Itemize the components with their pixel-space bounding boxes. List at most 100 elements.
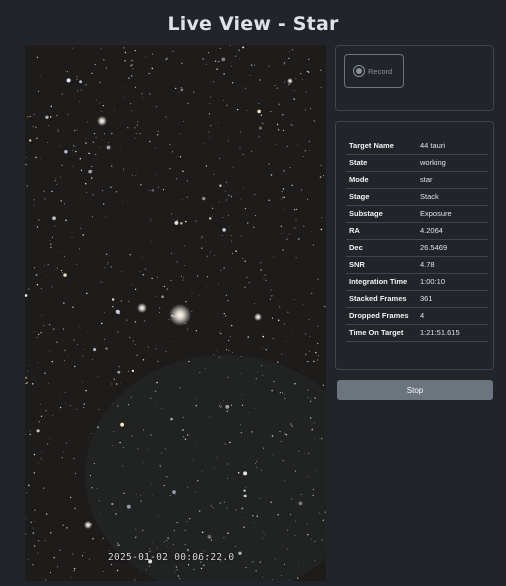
star — [120, 382, 121, 384]
star — [271, 295, 273, 297]
star — [159, 465, 161, 467]
star — [175, 177, 178, 180]
star — [25, 163, 27, 166]
star — [135, 344, 136, 345]
star — [83, 403, 85, 405]
star — [97, 376, 99, 377]
star — [91, 165, 93, 167]
star — [226, 507, 228, 509]
star — [43, 325, 45, 327]
info-key: Target Name — [346, 138, 417, 155]
star — [127, 370, 129, 372]
star — [249, 412, 250, 414]
star — [186, 328, 189, 330]
star — [300, 73, 302, 75]
star — [184, 438, 187, 440]
star — [148, 190, 150, 191]
star — [150, 241, 152, 242]
star — [270, 174, 273, 176]
star — [244, 286, 246, 288]
star — [279, 198, 281, 200]
star — [51, 360, 54, 363]
star — [244, 494, 247, 498]
star — [52, 414, 54, 416]
star — [277, 361, 279, 363]
star — [314, 422, 316, 424]
star — [173, 219, 175, 220]
star — [222, 99, 224, 101]
star — [310, 417, 312, 419]
stop-button[interactable]: Stop — [337, 380, 493, 400]
info-key: Dec — [346, 239, 417, 257]
star — [207, 51, 210, 54]
star — [44, 198, 46, 200]
star — [230, 404, 232, 406]
star — [280, 232, 282, 234]
star — [222, 228, 226, 232]
star — [231, 324, 233, 327]
star — [247, 336, 249, 338]
star — [139, 572, 141, 573]
info-row: State working — [346, 154, 488, 172]
star — [132, 340, 135, 342]
star — [86, 192, 88, 194]
record-button[interactable]: Record — [344, 54, 404, 88]
star — [268, 163, 270, 165]
star — [166, 545, 168, 547]
star — [309, 350, 310, 352]
star — [277, 514, 279, 516]
star — [282, 114, 284, 116]
info-row: Time On Target 1:21:51.615 — [346, 324, 488, 342]
info-value: working — [417, 154, 488, 172]
star — [47, 263, 49, 266]
star — [156, 381, 158, 384]
star — [226, 410, 229, 412]
star — [113, 378, 116, 380]
star — [257, 371, 259, 373]
star — [134, 49, 136, 52]
star — [242, 495, 244, 497]
star — [92, 194, 94, 196]
star — [79, 227, 82, 230]
star — [276, 144, 277, 146]
star — [232, 352, 233, 353]
star-field — [25, 45, 326, 581]
star — [209, 537, 211, 539]
star — [179, 387, 181, 389]
star — [120, 149, 122, 151]
star — [183, 436, 185, 438]
star — [151, 220, 152, 222]
star — [33, 472, 35, 474]
star — [239, 424, 241, 426]
star — [142, 359, 145, 361]
star — [182, 170, 184, 173]
star — [40, 75, 41, 77]
star — [157, 186, 159, 188]
star — [29, 433, 31, 436]
star — [302, 79, 304, 80]
star — [144, 56, 146, 57]
star — [105, 347, 108, 350]
star — [118, 365, 120, 368]
star — [171, 151, 174, 153]
star — [43, 190, 45, 192]
info-key: Stage — [346, 188, 417, 206]
star — [105, 215, 106, 217]
star — [279, 430, 281, 433]
star — [293, 209, 296, 211]
star — [259, 561, 262, 563]
star — [172, 490, 176, 494]
star — [29, 115, 31, 118]
target-info-table: Target Name 44 tauri State working Mode star S… — [346, 138, 488, 342]
star — [110, 266, 113, 268]
star — [122, 446, 125, 449]
star — [151, 53, 153, 55]
star — [73, 457, 75, 460]
bright-star — [84, 521, 92, 529]
star — [148, 72, 150, 75]
star — [230, 195, 233, 198]
star — [40, 158, 41, 160]
star — [265, 279, 267, 282]
star — [156, 134, 159, 136]
star — [136, 354, 138, 356]
